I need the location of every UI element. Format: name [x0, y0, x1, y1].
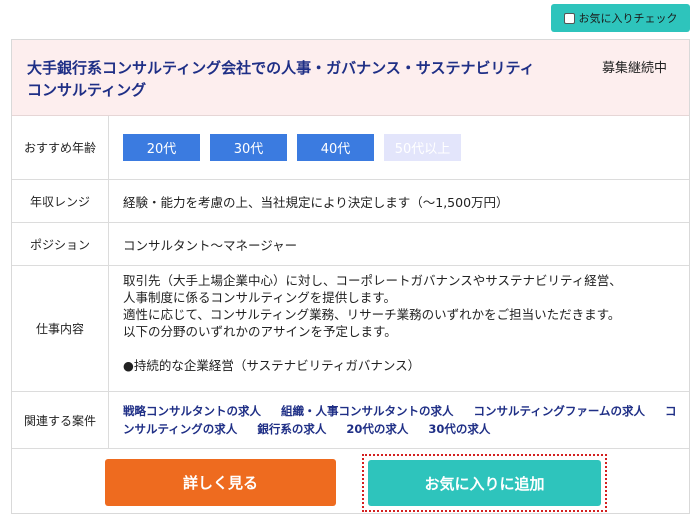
related-link-hr[interactable]: 組織・人事コンサルタントの求人 — [281, 404, 454, 418]
job-title-line-1: 大手銀行系コンサルティング会社での人事・ガバナンス・サステナビリティ — [27, 59, 535, 77]
work-line: 以下の分野のいずれかのアサインを予定します。 — [123, 324, 397, 339]
job-title-line-2: コンサルティング — [27, 81, 147, 99]
row-salary-label: 年収レンジ — [12, 180, 109, 222]
favorite-check-label: お気に入りチェック — [578, 12, 678, 25]
job-status: 募集継続中 — [601, 61, 667, 76]
related-link-20s[interactable]: 20代の求人 — [346, 422, 408, 436]
row-work: 仕事内容 取引先（大手上場企業中心）に対し、コーポレートガバナンスやサステナビリ… — [12, 266, 689, 392]
related-links: 戦略コンサルタントの求人 組織・人事コンサルタントの求人 コンサルティングファー… — [123, 402, 689, 438]
job-title[interactable]: 大手銀行系コンサルティング会社での人事・ガバナンス・サステナビリティ コンサルテ… — [27, 57, 567, 101]
work-line: 人事制度に係るコンサルティングを提供します。 — [123, 290, 397, 305]
work-line: 適性に応じて、コンサルティング業務、リサーチ業務のいずれかをご担当いただきます。 — [123, 307, 621, 322]
row-age: おすすめ年齢 20代 30代 40代 50代以上 — [12, 116, 689, 180]
add-favorite-button[interactable]: お気に入りに追加 — [368, 460, 601, 506]
work-line: ●持続的な企業経営（サステナビリティガバナンス） — [123, 358, 421, 373]
card-actions: 詳しく見る お気に入りに追加 — [12, 449, 689, 515]
row-related: 関連する案件 戦略コンサルタントの求人 組織・人事コンサルタントの求人 コンサル… — [12, 392, 689, 449]
work-description: 取引先（大手上場企業中心）に対し、コーポレートガバナンスやサステナビリティ経営、… — [123, 266, 622, 374]
row-work-label: 仕事内容 — [12, 266, 109, 391]
related-link-bank[interactable]: 銀行系の求人 — [257, 422, 326, 436]
detail-button[interactable]: 詳しく見る — [105, 459, 336, 506]
position-value: コンサルタント〜マネージャー — [123, 237, 298, 253]
favorite-focus-ring: お気に入りに追加 — [362, 454, 607, 512]
age-tag-50s-plus: 50代以上 — [384, 134, 461, 161]
row-salary: 年収レンジ 経験・能力を考慮の上、当社規定により決定します（〜1,500万円） — [12, 180, 689, 223]
age-tags: 20代 30代 40代 50代以上 — [123, 134, 461, 161]
row-related-label: 関連する案件 — [12, 392, 109, 448]
row-age-label: おすすめ年齢 — [12, 116, 109, 179]
job-card-header: 大手銀行系コンサルティング会社での人事・ガバナンス・サステナビリティ コンサルテ… — [12, 40, 689, 116]
row-position-label: ポジション — [12, 223, 109, 265]
age-tag-40s: 40代 — [297, 134, 374, 161]
work-line: 取引先（大手上場企業中心）に対し、コーポレートガバナンスやサステナビリティ経営、 — [123, 273, 622, 288]
related-link-30s[interactable]: 30代の求人 — [428, 422, 490, 436]
salary-value: 経験・能力を考慮の上、当社規定により決定します（〜1,500万円） — [123, 194, 509, 210]
job-card: 大手銀行系コンサルティング会社での人事・ガバナンス・サステナビリティ コンサルテ… — [11, 39, 690, 514]
checkbox-icon[interactable] — [563, 12, 575, 24]
related-link-firm[interactable]: コンサルティングファームの求人 — [474, 404, 645, 418]
related-link-strategy[interactable]: 戦略コンサルタントの求人 — [123, 404, 261, 418]
age-tag-20s: 20代 — [123, 134, 200, 161]
favorite-check-button[interactable]: お気に入りチェック — [551, 4, 690, 32]
row-position: ポジション コンサルタント〜マネージャー — [12, 223, 689, 266]
age-tag-30s: 30代 — [210, 134, 287, 161]
